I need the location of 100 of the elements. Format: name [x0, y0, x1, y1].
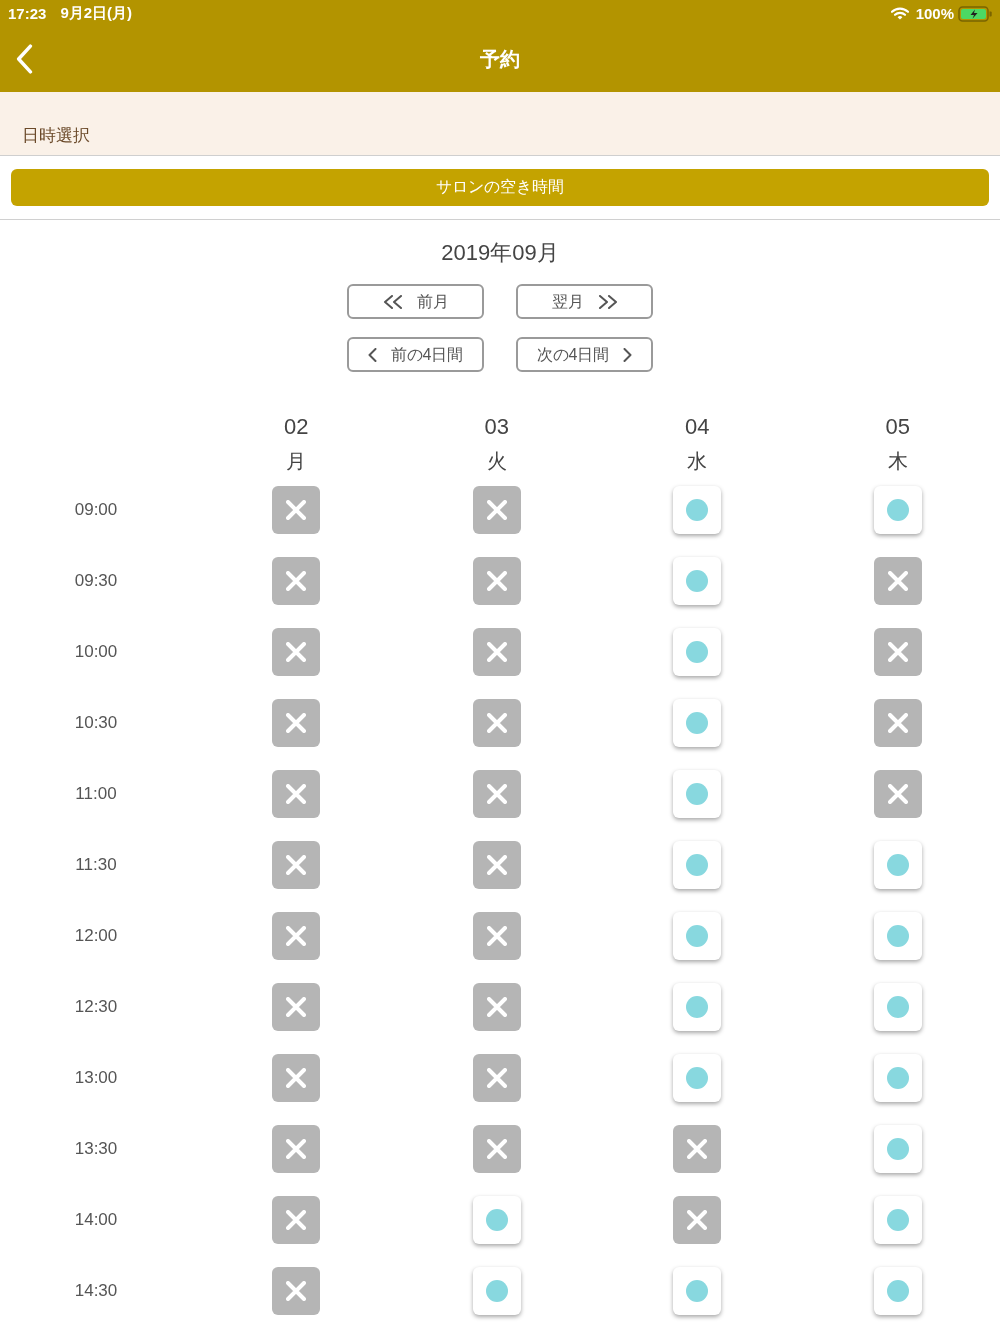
cross-icon [286, 1281, 307, 1301]
chevron-left-icon [367, 347, 377, 362]
circle-icon [686, 1280, 709, 1302]
time-label: 09:00 [74, 500, 118, 520]
circle-icon [686, 854, 709, 876]
status-time: 17:23 [8, 5, 47, 22]
available-slot-button[interactable] [873, 983, 922, 1031]
cross-icon [486, 1068, 507, 1088]
available-slot-button[interactable] [873, 1196, 922, 1244]
circle-icon [886, 996, 909, 1018]
chevron-left-icon [15, 44, 33, 74]
cross-icon [286, 855, 307, 875]
day-date: 04 [685, 413, 710, 441]
wifi-icon [890, 7, 909, 20]
cross-icon [286, 1139, 307, 1159]
available-slot-button[interactable] [673, 699, 722, 747]
page-title: 予約 [480, 47, 520, 72]
cross-icon [486, 997, 507, 1017]
cross-icon [286, 500, 307, 520]
available-slot-button[interactable] [472, 1196, 521, 1244]
day-weekday: 木 [887, 449, 908, 474]
circle-icon [686, 925, 709, 947]
battery-charging-icon [958, 5, 992, 22]
double-chevron-left-icon [382, 294, 403, 309]
next-month-button[interactable]: 翌月 [516, 284, 653, 319]
time-label: 10:30 [74, 713, 118, 733]
available-slot-button[interactable] [673, 1054, 722, 1102]
available-slot-button[interactable] [673, 557, 722, 605]
circle-icon [886, 499, 909, 521]
cross-icon [286, 784, 307, 804]
cross-icon [687, 1210, 708, 1230]
day-weekday: 月 [286, 449, 307, 474]
circle-icon [686, 641, 709, 663]
available-slot-button[interactable] [873, 912, 922, 960]
available-slot-button[interactable] [873, 841, 922, 889]
circle-icon [886, 1280, 909, 1302]
status-date: 9月2日(月) [60, 4, 133, 23]
cross-icon [286, 642, 307, 662]
circle-icon [686, 712, 709, 734]
cross-icon [887, 784, 908, 804]
time-label: 11:30 [75, 855, 117, 875]
cross-icon [486, 855, 507, 875]
cross-icon [286, 926, 307, 946]
available-slot-button[interactable] [673, 912, 722, 960]
cross-icon [286, 997, 307, 1017]
battery-percent: 100% [915, 5, 954, 22]
cross-icon [486, 713, 507, 733]
back-button[interactable] [15, 44, 33, 74]
previous-days-button[interactable]: 前の4日間 [347, 337, 484, 372]
cross-icon [286, 1210, 307, 1230]
available-slot-button[interactable] [873, 486, 922, 534]
next-days-button[interactable]: 次の4日間 [516, 337, 653, 372]
time-label: 13:30 [74, 1139, 118, 1159]
available-slot-button[interactable] [472, 1267, 521, 1315]
available-slot-button[interactable] [673, 486, 722, 534]
cross-icon [887, 713, 908, 733]
time-label: 09:30 [74, 571, 118, 591]
circle-icon [886, 925, 909, 947]
month-title: 2019年09月 [441, 239, 559, 267]
circle-icon [686, 499, 709, 521]
previous-month-button[interactable]: 前月 [347, 284, 484, 319]
available-slot-button[interactable] [673, 1267, 722, 1315]
available-slot-button[interactable] [873, 1267, 922, 1315]
cross-icon [687, 1139, 708, 1159]
circle-icon [485, 1280, 508, 1302]
available-slot-button[interactable] [673, 983, 722, 1031]
time-label: 12:30 [74, 997, 118, 1017]
day-date: 05 [885, 413, 910, 441]
time-label: 14:30 [74, 1281, 118, 1301]
circle-icon [886, 1067, 909, 1089]
cross-icon [486, 642, 507, 662]
chevron-right-icon [623, 347, 633, 362]
time-label: 12:00 [74, 926, 118, 946]
circle-icon [686, 783, 709, 805]
circle-icon [686, 1067, 709, 1089]
cross-icon [887, 571, 908, 591]
time-label: 14:00 [74, 1210, 118, 1230]
day-date: 02 [284, 413, 309, 441]
cross-icon [286, 713, 307, 733]
circle-icon [485, 1209, 508, 1231]
circle-icon [886, 854, 909, 876]
circle-icon [686, 996, 709, 1018]
cross-icon [486, 784, 507, 804]
cross-icon [486, 1139, 507, 1159]
time-label: 13:00 [74, 1068, 118, 1088]
circle-icon [886, 1209, 909, 1231]
available-slot-button[interactable] [873, 1125, 922, 1173]
day-weekday: 水 [687, 449, 708, 474]
available-slot-button[interactable] [673, 628, 722, 676]
day-date: 03 [484, 413, 509, 441]
section-label: 日時選択 [22, 125, 90, 147]
circle-icon [686, 570, 709, 592]
available-slot-button[interactable] [673, 770, 722, 818]
cross-icon [486, 571, 507, 591]
cross-icon [286, 571, 307, 591]
time-label: 10:00 [74, 642, 118, 662]
available-slot-button[interactable] [673, 841, 722, 889]
available-slot-button[interactable] [873, 1054, 922, 1102]
cross-icon [486, 500, 507, 520]
cross-icon [486, 926, 507, 946]
